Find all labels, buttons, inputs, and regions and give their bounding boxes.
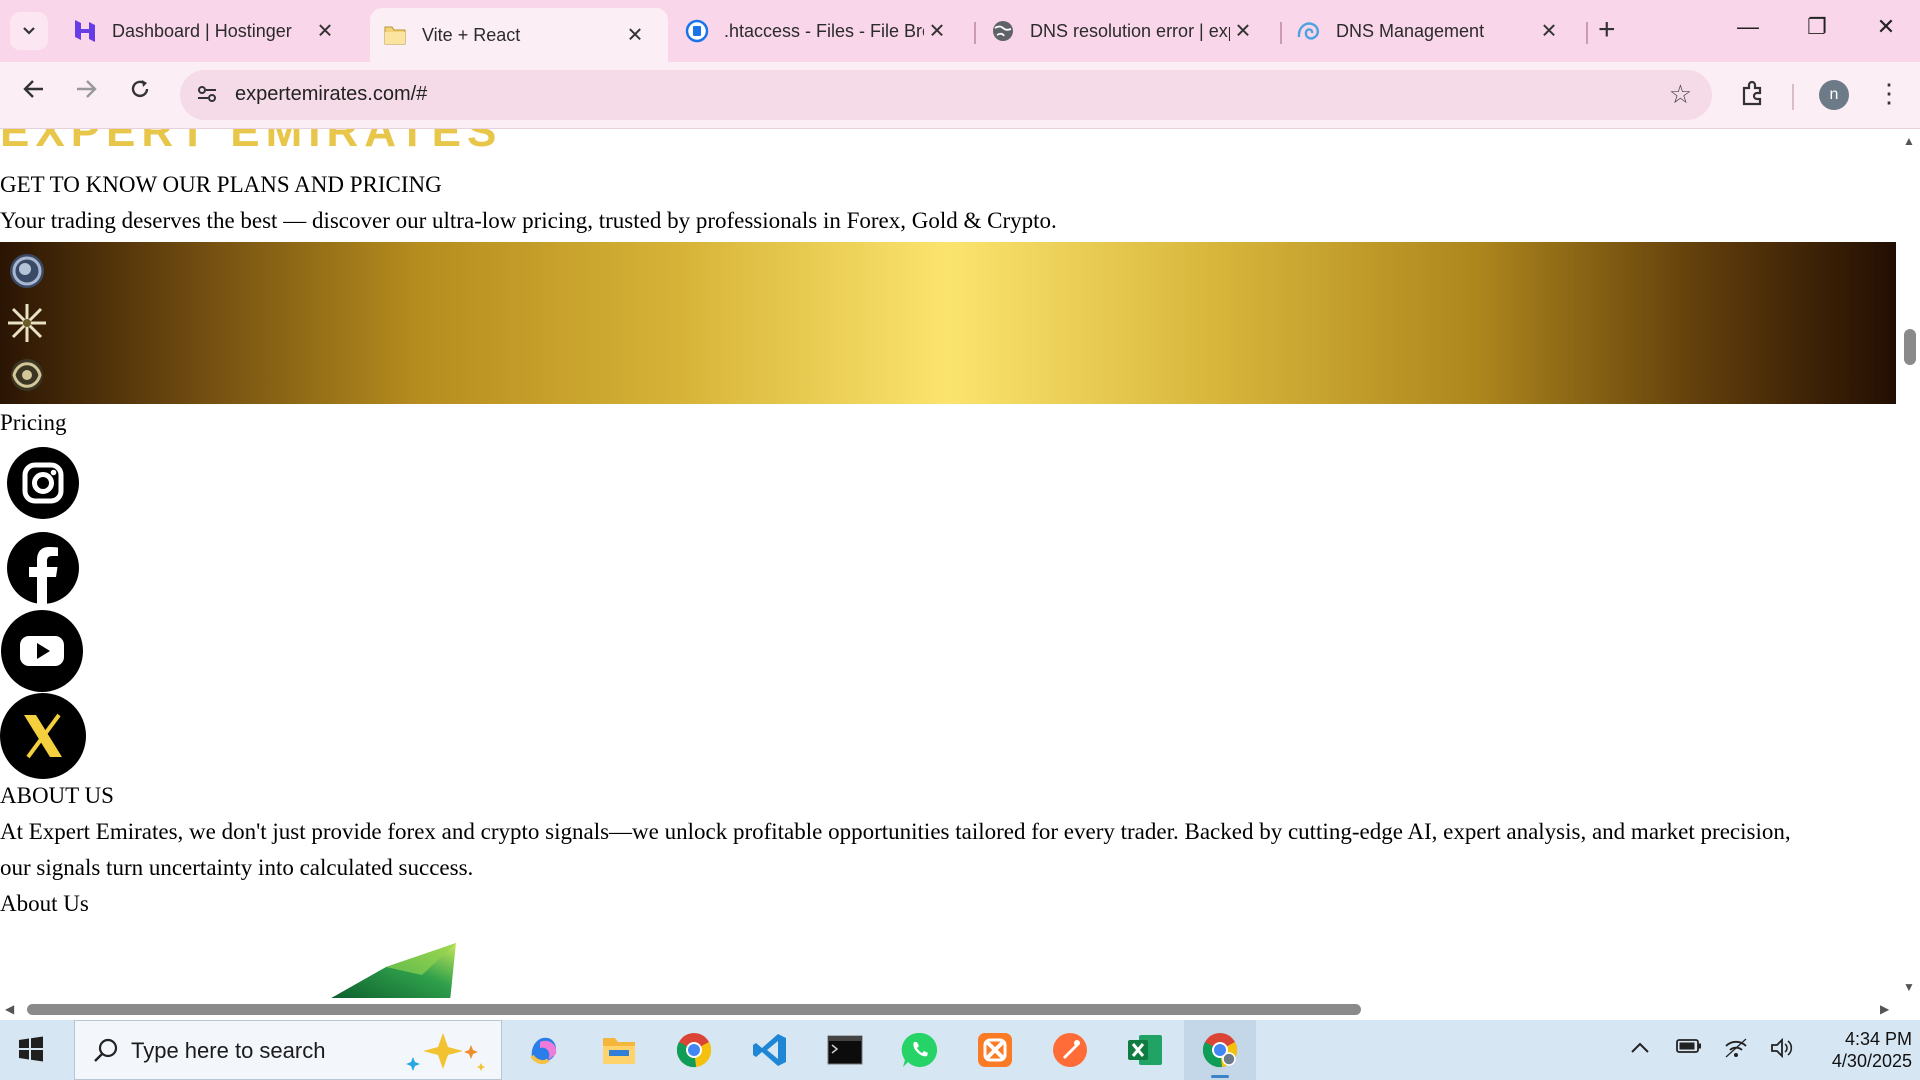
scroll-right-arrow-icon[interactable]: ▶ — [1880, 1002, 1889, 1016]
taskbar-search-box[interactable]: Type here to search — [74, 1020, 502, 1080]
close-icon[interactable]: ✕ — [624, 23, 646, 48]
profile-avatar[interactable]: n — [1819, 80, 1849, 110]
vertical-scroll-thumb[interactable] — [1904, 329, 1916, 365]
url-text: expertemirates.com/# — [235, 83, 428, 105]
chrome-profile-icon[interactable] — [1184, 1020, 1256, 1080]
extensions-icon[interactable] — [1740, 80, 1766, 111]
close-icon[interactable]: ✕ — [314, 19, 336, 44]
brand-heading-cut: EXPERT EMIRATES — [0, 129, 503, 156]
close-icon[interactable]: ✕ — [926, 19, 948, 44]
tab-dns-error[interactable]: DNS resolution error | exp ✕ — [978, 10, 1276, 52]
search-icon — [94, 1038, 118, 1062]
pricing-banner — [0, 242, 1896, 404]
copilot-icon[interactable] — [524, 1030, 564, 1070]
orb-icon — [10, 254, 44, 288]
network-icon[interactable] — [1724, 1038, 1748, 1063]
back-button[interactable] — [16, 78, 52, 107]
terminal-icon[interactable] — [825, 1030, 865, 1070]
facebook-icon[interactable] — [6, 531, 80, 610]
arrow-right-icon — [77, 80, 97, 98]
horizontal-scroll-thumb[interactable] — [27, 1004, 1361, 1015]
page-viewport: EXPERT EMIRATES GET TO KNOW OUR PLANS AN… — [0, 129, 1898, 998]
clock-date: 4/30/2025 — [1831, 1051, 1912, 1071]
x-icon[interactable] — [0, 693, 86, 784]
tab-title: Dashboard | Hostinger — [112, 20, 292, 41]
browser-tab-bar: Dashboard | Hostinger ✕ Vite + React ✕ .… — [0, 0, 1920, 62]
tab-separator — [1280, 22, 1282, 44]
scroll-left-arrow-icon[interactable]: ◀ — [5, 1002, 14, 1016]
tab-htaccess[interactable]: .htaccess - Files - File Bro ✕ — [672, 10, 970, 52]
clock-time: 4:34 PM — [1844, 1029, 1912, 1049]
tab-title: DNS resolution error | exp — [1030, 20, 1230, 41]
browser-toolbar: expertemirates.com/# ☆ n ⋮ — [0, 62, 1920, 129]
active-app-indicator — [1211, 1075, 1229, 1078]
site-info-icon[interactable] — [196, 83, 218, 110]
windows-start-button[interactable] — [18, 1036, 44, 1067]
vscode-icon[interactable] — [750, 1030, 790, 1070]
chrome-icon[interactable] — [674, 1030, 714, 1070]
about-paragraph-line: At Expert Emirates, we don't just provid… — [0, 819, 1791, 844]
tab-title: .htaccess - Files - File Bro — [724, 20, 924, 41]
hostinger-icon — [72, 18, 98, 44]
forward-button[interactable] — [68, 78, 104, 107]
copilot-sparkle-icon — [406, 1033, 486, 1071]
menu-kebab-icon[interactable]: ⋮ — [1876, 78, 1902, 108]
tab-vite-react[interactable]: Vite + React ✕ — [370, 8, 668, 62]
about-paragraph-line: our signals turn uncertainty into calcul… — [0, 855, 474, 880]
file-explorer-icon[interactable] — [599, 1030, 639, 1070]
about-label: About Us — [0, 891, 89, 916]
minimize-button[interactable]: — — [1728, 14, 1768, 40]
taskbar-clock[interactable]: 4:34 PM 4/30/2025 — [1800, 1028, 1912, 1072]
tab-separator — [1586, 22, 1588, 44]
arrow-graphic-icon — [331, 943, 456, 998]
taskbar-search-placeholder: Type here to search — [131, 1038, 326, 1063]
battery-icon[interactable] — [1676, 1038, 1702, 1059]
reload-icon — [131, 80, 149, 98]
reload-button[interactable] — [122, 78, 158, 107]
excel-icon[interactable] — [1125, 1030, 1165, 1070]
pricing-label: Pricing — [0, 410, 67, 435]
close-icon[interactable]: ✕ — [1538, 19, 1560, 44]
window-close-button[interactable]: ✕ — [1866, 14, 1906, 40]
star-burst-icon — [8, 304, 46, 342]
ornament-icon — [11, 359, 43, 391]
new-tab-button[interactable]: + — [1598, 14, 1616, 46]
globe-icon — [990, 18, 1016, 44]
folder-icon — [382, 22, 408, 48]
dns-icon — [1296, 18, 1322, 44]
tab-title: DNS Management — [1336, 20, 1485, 41]
youtube-icon[interactable] — [0, 610, 84, 697]
arrow-left-icon — [23, 80, 43, 98]
xampp-icon[interactable] — [975, 1030, 1015, 1070]
about-heading: ABOUT US — [0, 783, 114, 808]
tab-title: Vite + React — [422, 24, 521, 45]
bookmark-star-icon[interactable]: ☆ — [1669, 79, 1692, 110]
file-browser-icon — [684, 18, 710, 44]
plans-subtext: Your trading deserves the best — discove… — [0, 208, 1057, 233]
whatsapp-icon[interactable] — [900, 1030, 940, 1070]
windows-taskbar: Type here to search 4:34 PM 4/30/2025 — [0, 1020, 1920, 1080]
restore-button[interactable]: ❐ — [1797, 14, 1837, 40]
scroll-up-arrow-icon[interactable]: ▲ — [1903, 134, 1915, 148]
tab-dns-management[interactable]: DNS Management ✕ — [1284, 10, 1582, 52]
volume-icon[interactable] — [1770, 1037, 1794, 1063]
postman-icon[interactable] — [1050, 1030, 1090, 1070]
toolbar-divider — [1792, 84, 1794, 110]
address-bar[interactable]: expertemirates.com/# ☆ — [180, 70, 1712, 120]
close-icon[interactable]: ✕ — [1232, 19, 1254, 44]
tab-separator — [974, 22, 976, 44]
vertical-scrollbar[interactable] — [1898, 129, 1920, 998]
instagram-icon[interactable] — [6, 446, 80, 525]
plans-heading: GET TO KNOW OUR PLANS AND PRICING — [0, 172, 442, 197]
chevron-up-icon[interactable] — [1630, 1038, 1650, 1059]
scroll-down-arrow-icon[interactable]: ▼ — [1903, 980, 1915, 994]
tab-dashboard-hostinger[interactable]: Dashboard | Hostinger ✕ — [60, 10, 358, 52]
chevron-down-icon — [23, 27, 35, 35]
tab-search-button[interactable] — [10, 12, 48, 50]
